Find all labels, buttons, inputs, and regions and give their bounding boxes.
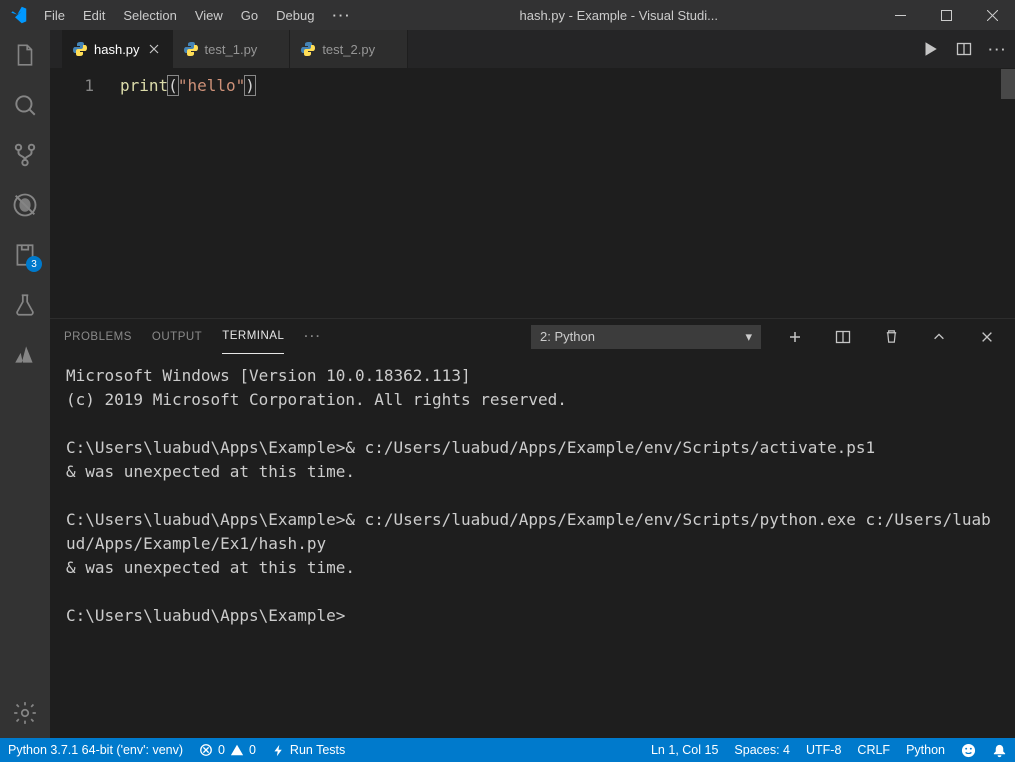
new-terminal-icon[interactable] xyxy=(781,323,809,351)
close-panel-icon[interactable] xyxy=(973,323,1001,351)
menu-edit[interactable]: Edit xyxy=(74,0,114,30)
status-cursor-position[interactable]: Ln 1, Col 15 xyxy=(643,738,726,762)
panel-tab-output[interactable]: Output xyxy=(152,319,202,354)
code-editor[interactable]: 1 print("hello") xyxy=(50,68,1015,318)
kill-terminal-icon[interactable] xyxy=(877,323,905,351)
status-encoding[interactable]: UTF-8 xyxy=(798,738,849,762)
source-control-icon[interactable] xyxy=(0,130,50,180)
menu-go[interactable]: Go xyxy=(232,0,267,30)
status-eol[interactable]: CRLF xyxy=(849,738,898,762)
menu-view[interactable]: View xyxy=(186,0,232,30)
line-number-gutter: 1 xyxy=(50,69,120,318)
tab-test-1-py[interactable]: test_1.py xyxy=(173,30,291,68)
beaker-icon[interactable] xyxy=(0,280,50,330)
tab-label: test_2.py xyxy=(322,42,375,57)
debug-icon[interactable] xyxy=(0,180,50,230)
activity-bar: 3 xyxy=(0,30,50,738)
editor-scrollbar[interactable] xyxy=(1001,69,1015,318)
status-feedback-icon[interactable] xyxy=(953,738,984,762)
maximize-panel-icon[interactable] xyxy=(925,323,953,351)
maximize-button[interactable] xyxy=(923,0,969,30)
status-python-interpreter[interactable]: Python 3.7.1 64-bit ('env': venv) xyxy=(0,738,191,762)
settings-gear-icon[interactable] xyxy=(0,688,50,738)
python-file-icon xyxy=(300,41,316,57)
panel-tab-bar: Problems Output Terminal ··· 2: Python ▾ xyxy=(50,319,1015,354)
code-content: print("hello") xyxy=(120,69,1015,318)
status-notifications-icon[interactable] xyxy=(984,738,1015,762)
split-editor-icon[interactable] xyxy=(947,30,981,68)
tab-test-2-py[interactable]: test_2.py xyxy=(290,30,408,68)
close-tab-icon[interactable] xyxy=(146,41,162,57)
panel-tab-terminal[interactable]: Terminal xyxy=(222,319,284,354)
status-indentation[interactable]: Spaces: 4 xyxy=(726,738,798,762)
terminal-output[interactable]: Microsoft Windows [Version 10.0.18362.11… xyxy=(50,354,1015,738)
python-file-icon xyxy=(183,41,199,57)
chevron-down-icon: ▾ xyxy=(745,329,752,345)
test-badge: 3 xyxy=(26,256,42,272)
close-button[interactable] xyxy=(969,0,1015,30)
menu-debug[interactable]: Debug xyxy=(267,0,323,30)
tab-hash-py[interactable]: hash.py xyxy=(62,30,173,68)
menu-selection[interactable]: Selection xyxy=(114,0,185,30)
editor-tab-bar: hash.py test_1.py test_2.py ··· xyxy=(50,30,1015,68)
split-terminal-icon[interactable] xyxy=(829,323,857,351)
vscode-logo xyxy=(0,6,35,24)
test-explorer-icon[interactable]: 3 xyxy=(0,230,50,280)
status-run-tests[interactable]: Run Tests xyxy=(264,738,353,762)
menu-file[interactable]: File xyxy=(35,0,74,30)
tab-label: test_1.py xyxy=(205,42,258,57)
menu-overflow[interactable]: ··· xyxy=(323,0,360,30)
bottom-panel: Problems Output Terminal ··· 2: Python ▾… xyxy=(50,318,1015,738)
lightning-icon xyxy=(272,744,285,757)
explorer-icon[interactable] xyxy=(0,30,50,80)
python-file-icon xyxy=(72,41,88,57)
title-bar: File Edit Selection View Go Debug ··· ha… xyxy=(0,0,1015,30)
run-icon[interactable] xyxy=(913,30,947,68)
azure-icon[interactable] xyxy=(0,330,50,380)
search-icon[interactable] xyxy=(0,80,50,130)
panel-tab-problems[interactable]: Problems xyxy=(64,319,132,354)
terminal-selector[interactable]: 2: Python ▾ xyxy=(531,325,761,349)
warning-icon xyxy=(230,743,244,757)
tab-label: hash.py xyxy=(94,42,140,57)
minimize-button[interactable] xyxy=(877,0,923,30)
panel-tab-overflow[interactable]: ··· xyxy=(304,319,322,354)
status-bar: Python 3.7.1 64-bit ('env': venv) 0 0 Ru… xyxy=(0,738,1015,762)
status-problems[interactable]: 0 0 xyxy=(191,738,264,762)
editor-more-icon[interactable]: ··· xyxy=(981,30,1015,68)
window-title: hash.py - Example - Visual Studi... xyxy=(360,8,877,23)
error-icon xyxy=(199,743,213,757)
status-language[interactable]: Python xyxy=(898,738,953,762)
